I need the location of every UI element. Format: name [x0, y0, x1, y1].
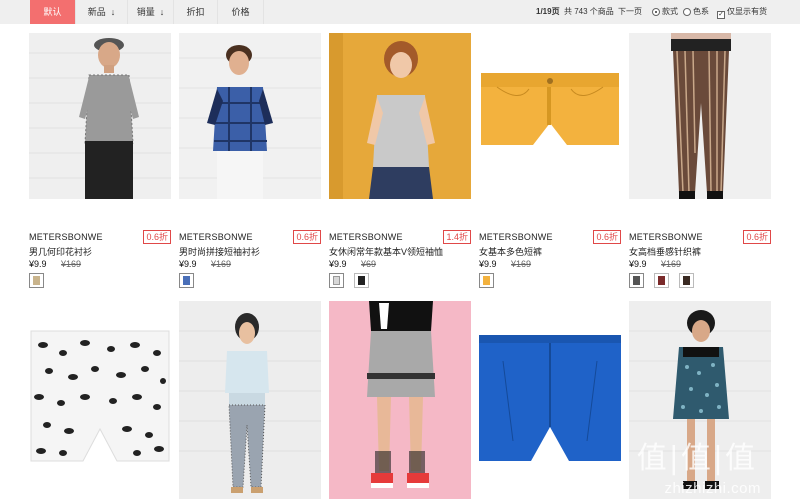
discount-badge: 0.6折: [593, 230, 621, 244]
product-price: ¥9.9: [29, 259, 47, 269]
color-swatch[interactable]: [329, 273, 344, 288]
radio-selected-icon: [652, 8, 660, 16]
sort-new-button[interactable]: 新品 ↓: [76, 0, 128, 24]
color-swatch[interactable]: [179, 273, 194, 288]
original-price: ¥169: [61, 259, 82, 269]
instock-label: 仅显示有货: [727, 7, 767, 16]
view-style-radio[interactable]: 款式: [652, 0, 678, 24]
product-price: ¥9.9: [479, 259, 497, 269]
view-color-radio[interactable]: 色系: [683, 0, 709, 24]
sort-price-label: 价格: [231, 7, 250, 17]
checkbox-checked-icon: ✓: [717, 11, 725, 19]
product-card[interactable]: 值|值|值 zhizhizhi.com: [629, 301, 771, 499]
product-price: ¥9.9: [329, 259, 347, 269]
product-name[interactable]: 男时尚拼接短袖衬衫: [179, 245, 260, 258]
product-card[interactable]: [179, 301, 321, 499]
product-name[interactable]: 女基本多色短裤: [479, 245, 542, 258]
arrow-down-icon: ↓: [159, 7, 165, 17]
product-image[interactable]: [179, 301, 321, 499]
sort-new-label: 新品: [87, 7, 106, 17]
product-brand: METERSBONWE: [629, 232, 703, 242]
product-brand: METERSBONWE: [29, 232, 103, 242]
sort-price-button[interactable]: 价格: [218, 0, 264, 24]
sort-discount-label: 折扣: [186, 7, 205, 17]
sort-default-button[interactable]: 默认: [30, 0, 76, 24]
view-style-label: 款式: [662, 7, 678, 16]
discount-badge: 0.6折: [743, 230, 771, 244]
discount-badge: 0.6折: [143, 230, 171, 244]
product-image[interactable]: [629, 33, 771, 199]
color-swatch[interactable]: [679, 273, 694, 288]
product-brand: METERSBONWE: [179, 232, 253, 242]
product-name[interactable]: 男几何印花衬衫: [29, 245, 92, 258]
next-page-link[interactable]: 下一页: [618, 0, 642, 24]
instock-checkbox[interactable]: ✓ 仅显示有货: [717, 0, 767, 24]
product-brand: METERSBONWE: [329, 232, 403, 242]
product-image[interactable]: [29, 301, 171, 499]
sort-toolbar: 默认 新品 ↓ 销量 ↓ 折扣 价格 1/19页 共 743 个商品 下一页 款式 …: [0, 0, 800, 24]
discount-badge: 0.6折: [293, 230, 321, 244]
view-color-label: 色系: [693, 7, 709, 16]
sort-discount-button[interactable]: 折扣: [174, 0, 218, 24]
color-swatch[interactable]: [654, 273, 669, 288]
color-swatch[interactable]: [479, 273, 494, 288]
product-brand: METERSBONWE: [479, 232, 553, 242]
color-swatch[interactable]: [354, 273, 369, 288]
original-price: ¥69: [361, 259, 377, 269]
original-price: ¥169: [211, 259, 232, 269]
product-name[interactable]: 女高档垂感针织裤: [629, 245, 701, 258]
product-card[interactable]: [29, 301, 171, 499]
watermark-logo: 值|值|值: [636, 441, 757, 476]
product-price: ¥9.9: [179, 259, 197, 269]
product-image[interactable]: [29, 33, 171, 199]
sort-default-label: 默认: [43, 7, 62, 17]
product-card[interactable]: [479, 301, 621, 499]
arrow-down-icon: ↓: [110, 7, 116, 17]
original-price: ¥169: [661, 259, 682, 269]
total-count: 共 743 个商品: [564, 7, 614, 16]
original-price: ¥169: [511, 259, 532, 269]
product-image[interactable]: [479, 301, 621, 499]
product-image[interactable]: [329, 301, 471, 499]
product-name[interactable]: 女休闲常年款基本V领短袖恤: [329, 245, 443, 258]
product-price: ¥9.9: [629, 259, 647, 269]
product-card[interactable]: [329, 301, 471, 499]
product-image[interactable]: 值|值|值 zhizhizhi.com: [629, 301, 771, 499]
color-swatch[interactable]: [629, 273, 644, 288]
sort-sales-button[interactable]: 销量 ↓: [128, 0, 174, 24]
sort-sales-label: 销量: [136, 7, 155, 17]
page-indicator: 1/19页: [536, 7, 560, 16]
product-image[interactable]: [479, 33, 621, 199]
product-image[interactable]: [179, 33, 321, 199]
product-image[interactable]: [329, 33, 471, 199]
watermark-site: zhizhizhi.com: [664, 480, 761, 497]
discount-badge: 1.4折: [443, 230, 471, 244]
color-swatch[interactable]: [29, 273, 44, 288]
radio-icon: [683, 8, 691, 16]
